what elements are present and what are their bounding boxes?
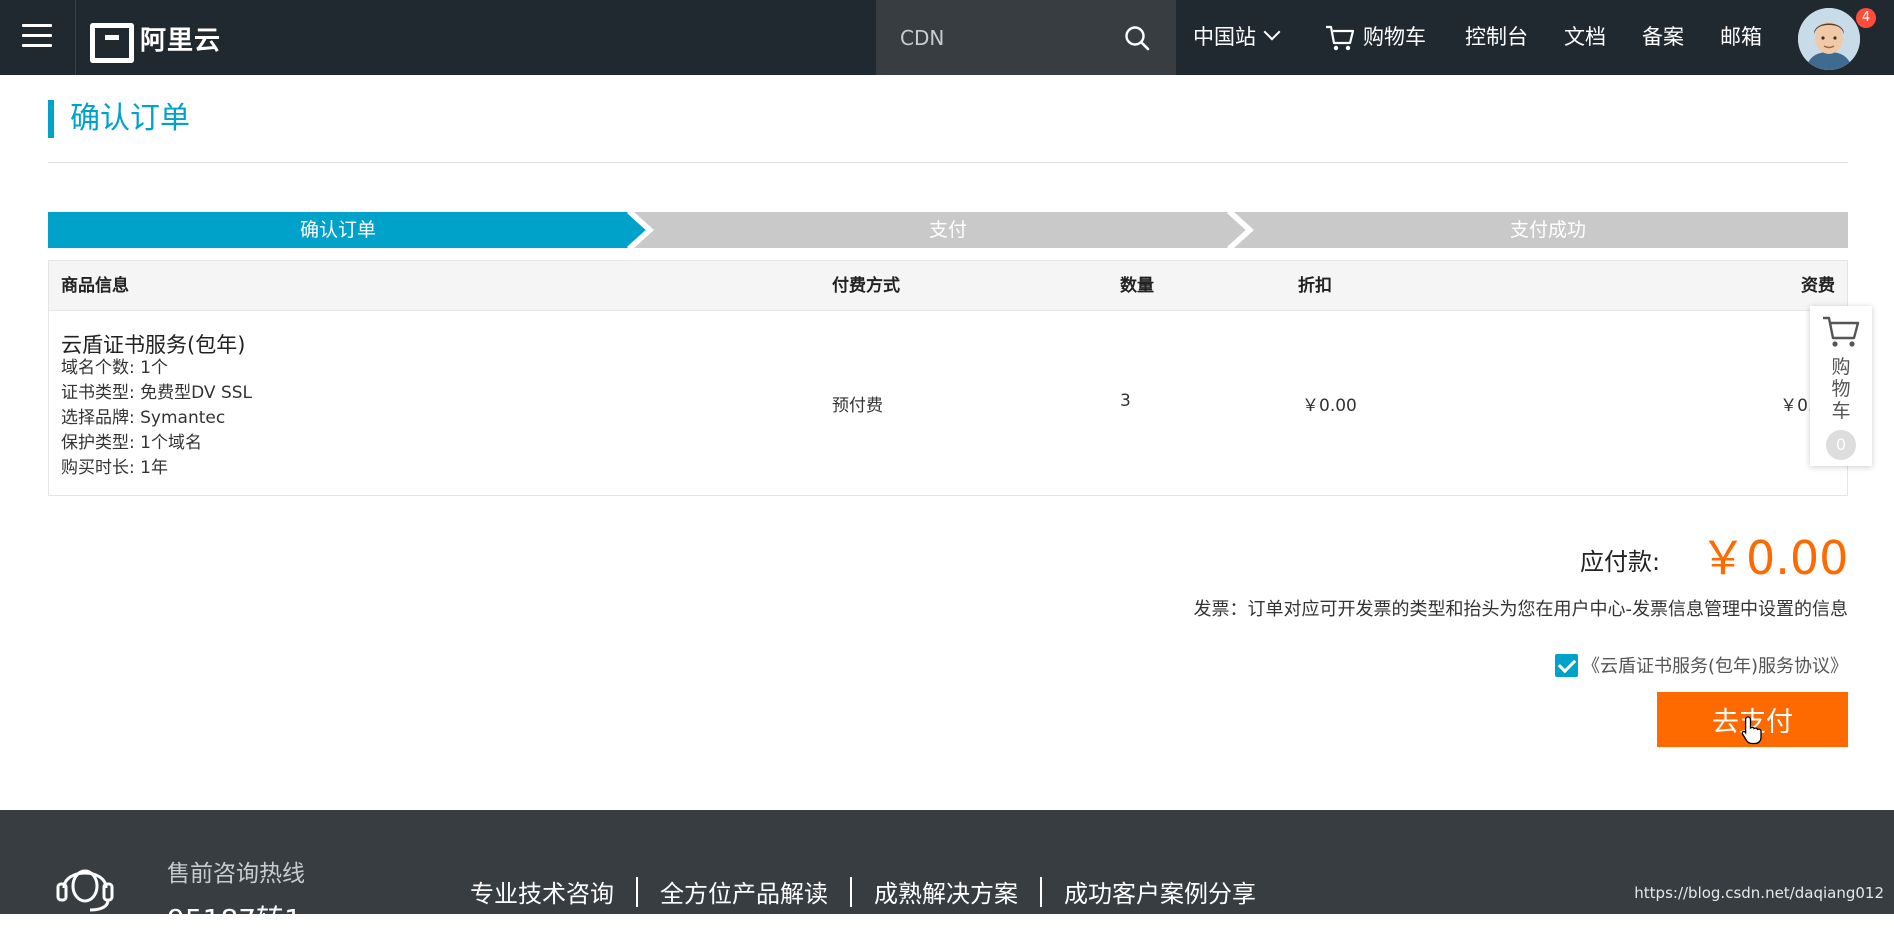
order-steps: 确认订单 支付 支付成功 (48, 212, 1848, 248)
avatar-image-icon (1798, 8, 1860, 70)
agreement-checkbox[interactable] (1555, 653, 1578, 677)
floating-cart-count: 0 (1826, 430, 1856, 460)
nav-cart-label: 购物车 (1363, 25, 1426, 49)
table-row: 云盾证书服务(包年) 域名个数: 1个 证书类型: 免费型DV SSL 选择品牌… (49, 311, 1847, 495)
aliyun-logo-icon (90, 23, 134, 63)
spec-cert-type: 证书类型: 免费型DV SSL (61, 383, 253, 403)
spec-protection-type: 保护类型: 1个域名 (61, 433, 202, 453)
hamburger-menu-icon[interactable] (22, 24, 52, 50)
discount-value: ￥0.00 (1302, 396, 1357, 416)
header-discount: 折扣 (1298, 276, 1332, 296)
floating-cart[interactable]: 购物车 0 (1810, 306, 1872, 466)
order-table: 商品信息 付费方式 数量 折扣 资费 云盾证书服务(包年) 域名个数: 1个 证… (48, 260, 1848, 496)
nav-cart[interactable]: 购物车 (1325, 0, 1426, 75)
header-payment-method: 付费方式 (832, 276, 900, 296)
search-icon[interactable] (1124, 25, 1150, 51)
amount-due-label: 应付款: (1580, 548, 1661, 576)
footer-link-customer-cases[interactable]: 成功客户案例分享 (1042, 874, 1278, 909)
header-quantity: 数量 (1120, 276, 1154, 296)
table-header: 商品信息 付费方式 数量 折扣 资费 (49, 261, 1847, 311)
footer-link-tech-consult[interactable]: 专业技术咨询 (470, 874, 636, 909)
payment-method-value: 预付费 (832, 396, 883, 416)
nav-mail[interactable]: 邮箱 (1720, 0, 1762, 75)
agreement-row: 《云盾证书服务(包年)服务协议》 (1555, 652, 1848, 678)
nav-docs[interactable]: 文档 (1564, 0, 1606, 75)
region-selector[interactable]: 中国站 (1193, 0, 1281, 75)
spec-domain-count: 域名个数: 1个 (61, 358, 168, 378)
user-avatar[interactable] (1798, 8, 1860, 70)
step-confirm-order: 确认订单 (299, 219, 376, 241)
page-title: 确认订单 (48, 100, 190, 138)
search-box (876, 0, 1176, 75)
chevron-down-icon (1263, 23, 1281, 41)
header-fee: 资费 (1801, 276, 1835, 296)
header-product: 商品信息 (61, 276, 129, 296)
brand-divider (75, 0, 76, 75)
nav-record[interactable]: 备案 (1642, 0, 1684, 75)
invoice-note: 发票：订单对应可开发票的类型和抬头为您在用户中心-发票信息管理中设置的信息 (1193, 599, 1849, 620)
step-payment: 支付 (928, 219, 967, 241)
region-label: 中国站 (1193, 25, 1256, 49)
hotline-number: 95187转1 (167, 903, 302, 936)
footer: 售前咨询热线 95187转1 专业技术咨询 全方位产品解读 成熟解决方案 成功客… (0, 810, 1894, 936)
step-payment-success: 支付成功 (1509, 219, 1586, 241)
top-navigation-bar: 阿里云 中国站 购物车 控制台 文档 备案 邮箱 4 (0, 0, 1894, 75)
hand-cursor-icon (1741, 716, 1762, 745)
footer-links: 专业技术咨询 全方位产品解读 成熟解决方案 成功客户案例分享 (470, 874, 1278, 909)
title-divider (48, 162, 1848, 163)
cart-icon (1823, 316, 1860, 347)
hotline-label: 售前咨询热线 (167, 861, 305, 887)
agreement-link[interactable]: 《云盾证书服务(包年)服务协议》 (1582, 652, 1848, 678)
search-input[interactable] (876, 25, 1116, 50)
amount-due-value: ￥0.00 (1700, 531, 1849, 585)
cart-icon (1326, 25, 1355, 50)
aliyun-logo[interactable]: 阿里云 (90, 21, 222, 63)
spec-brand: 选择品牌: Symantec (61, 408, 226, 428)
floating-cart-label: 购物车 (1831, 356, 1851, 422)
logo-text: 阿里云 (140, 25, 222, 56)
quantity-value: 3 (1120, 391, 1131, 411)
footer-link-product-guide[interactable]: 全方位产品解读 (638, 874, 850, 909)
notification-badge: 4 (1856, 8, 1876, 28)
footer-link-solutions[interactable]: 成熟解决方案 (852, 874, 1040, 909)
watermark-url: https://blog.csdn.net/daqiang012 (1634, 884, 1884, 902)
spec-duration: 购买时长: 1年 (61, 458, 168, 478)
headset-icon (56, 869, 114, 912)
nav-console[interactable]: 控制台 (1465, 0, 1528, 75)
